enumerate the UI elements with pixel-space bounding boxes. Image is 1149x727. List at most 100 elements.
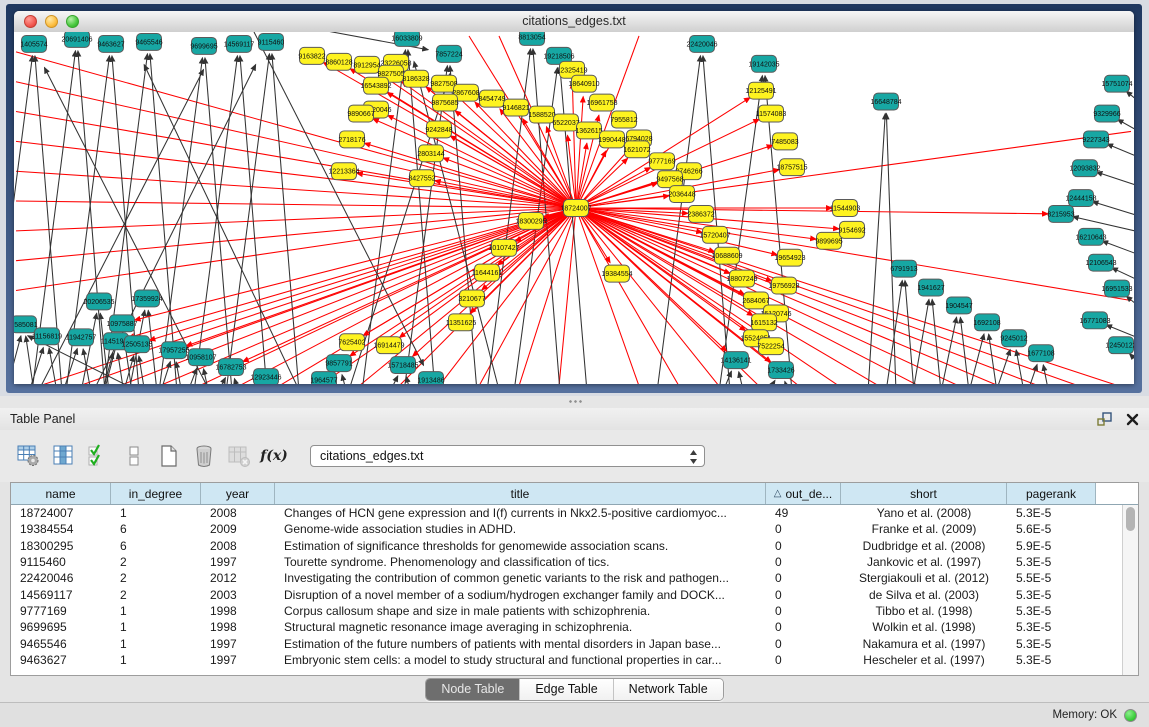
graph-node[interactable]: 1405574 [20,35,47,52]
select-all-icon[interactable] [84,443,114,469]
table-cell[interactable]: Tibbo et al. (1998) [841,604,1007,618]
panel-splitter[interactable] [0,396,1149,408]
graph-node[interactable]: 14136141 [720,352,751,369]
float-panel-icon[interactable] [1097,412,1112,426]
graph-node[interactable]: 18807249 [726,270,757,287]
graph-node[interactable]: 11544903 [830,200,861,217]
table-cell[interactable]: 22420046 [11,571,111,585]
graph-node[interactable]: 8427552 [408,170,435,187]
column-header-name[interactable]: name [11,483,111,504]
table-cell[interactable]: Tourette syndrome. Phenomenology and cla… [275,555,766,569]
graph-node[interactable]: 10975887 [106,315,137,332]
column-header-short[interactable]: short [841,483,1007,504]
table-cell[interactable]: 2009 [201,522,275,536]
graph-node[interactable]: 9857791 [325,355,352,372]
graph-node[interactable]: 16961758 [586,94,617,111]
table-cell[interactable]: Corpus callosum shape and size in male p… [275,604,766,618]
graph-node[interactable]: 8860128 [325,53,352,70]
tab-node-table[interactable]: Node Table [426,679,519,700]
table-cell[interactable]: 9463627 [11,653,111,667]
graph-node[interactable]: 16543892 [360,77,391,94]
table-cell[interactable]: 1 [111,506,201,520]
column-header-title[interactable]: title [275,483,766,504]
graph-node[interactable]: 12505135 [121,336,152,353]
graph-node[interactable]: 18300295 [515,212,546,229]
graph-node[interactable]: 7522254 [757,338,784,355]
graph-node[interactable]: 16771083 [1079,312,1110,329]
graph-node[interactable]: 14569117 [224,35,255,52]
table-cell[interactable]: 1 [111,637,201,651]
graph-node[interactable]: 1677108 [1027,345,1054,362]
table-cell[interactable]: 1997 [201,555,275,569]
graph-node[interactable]: 10958107 [185,349,216,366]
table-cell[interactable]: Estimation of significance thresholds fo… [275,539,766,553]
column-header-year[interactable]: year [201,483,275,504]
graph-node[interactable]: 2386372 [687,206,714,223]
table-source-select[interactable]: citations_edges.txt [310,445,705,467]
table-cell[interactable]: 0 [766,571,841,585]
graph-node[interactable]: 9890667 [347,105,374,122]
table-cell[interactable]: Wolkin et al. (1998) [841,620,1007,634]
graph-node[interactable]: 9465546 [135,33,162,50]
table-cell[interactable]: 2 [111,571,201,585]
graph-node[interactable]: 9899695 [815,232,842,249]
table-cell[interactable]: 5.3E-5 [1007,588,1096,602]
table-cell[interactable]: 1 [111,620,201,634]
delete-table-icon[interactable] [189,443,219,469]
table-cell[interactable]: 1998 [201,620,275,634]
table-cell[interactable]: 2012 [201,571,275,585]
table-cell[interactable]: 9699695 [11,620,111,634]
tab-edge-table[interactable]: Edge Table [519,679,612,700]
table-cell[interactable]: Genome-wide association studies in ADHD. [275,522,766,536]
graph-node[interactable]: 1941627 [917,279,944,296]
graph-node[interactable]: 7485083 [771,133,798,150]
tab-network-table[interactable]: Network Table [613,679,723,700]
table-cell[interactable]: 14569117 [11,588,111,602]
table-cell[interactable]: 5.3E-5 [1007,620,1096,634]
table-cell[interactable]: 18724007 [11,506,111,520]
graph-node[interactable]: 12093832 [1069,160,1100,177]
graph-node[interactable]: 3210677 [458,290,485,307]
table-scrollbar[interactable] [1122,505,1138,675]
graph-node[interactable]: 19142035 [748,55,779,72]
table-cell[interactable]: 18300295 [11,539,111,553]
table-cell[interactable]: Disruption of a novel member of a sodium… [275,588,766,602]
graph-node[interactable]: 2036448 [668,186,695,203]
close-panel-icon[interactable] [1126,413,1139,426]
graph-node[interactable]: 12213364 [328,163,359,180]
table-row[interactable]: 969969511998Structural magnetic resonanc… [11,619,1138,635]
table-row[interactable]: 977716911998Corpus callosum shape and si… [11,603,1138,619]
table-cell[interactable]: 5.3E-5 [1007,637,1096,651]
graph-node[interactable]: 9146821 [502,99,529,116]
table-cell[interactable]: 19384554 [11,522,111,536]
table-cell[interactable]: 0 [766,620,841,634]
graph-node[interactable]: 9115460 [258,33,285,50]
graph-node[interactable]: 12125491 [745,82,776,99]
table-cell[interactable]: Structural magnetic resonance image aver… [275,620,766,634]
graph-node[interactable]: 8215953 [1047,206,1074,223]
table-cell[interactable]: 0 [766,588,841,602]
graph-node[interactable]: 18724007 [560,200,591,217]
graph-node[interactable]: 10688609 [711,247,742,264]
graph-node[interactable]: 12444158 [1065,190,1096,207]
table-cell[interactable]: 1997 [201,637,275,651]
new-table-icon[interactable] [154,443,184,469]
network-svg[interactable]: 1405574206914069463627946554696996951456… [14,32,1134,384]
graph-node[interactable]: 9329966 [1093,105,1120,122]
select-column-icon[interactable] [49,443,79,469]
graph-node[interactable]: 20691406 [61,32,92,47]
show-rows-icon[interactable] [119,443,149,469]
table-cell[interactable]: 9115460 [11,555,111,569]
graph-node[interactable]: 9875685 [431,94,458,111]
table-cell[interactable]: 6 [111,539,201,553]
graph-node[interactable]: 10107427 [488,239,519,256]
graph-node[interactable]: 16033809 [391,32,422,46]
graph-node[interactable]: 20206535 [83,293,114,310]
table-row[interactable]: 911546021997Tourette syndrome. Phenomeno… [11,554,1138,570]
graph-node[interactable]: 9699695 [190,37,217,54]
graph-node[interactable]: 1621072 [623,141,650,158]
table-row[interactable]: 946362711997Embryonic stem cells: a mode… [11,652,1138,668]
graph-node[interactable]: 1990448 [598,131,625,148]
graph-node[interactable]: 7857224 [435,45,462,62]
graph-node[interactable]: 12106543 [1085,254,1116,271]
